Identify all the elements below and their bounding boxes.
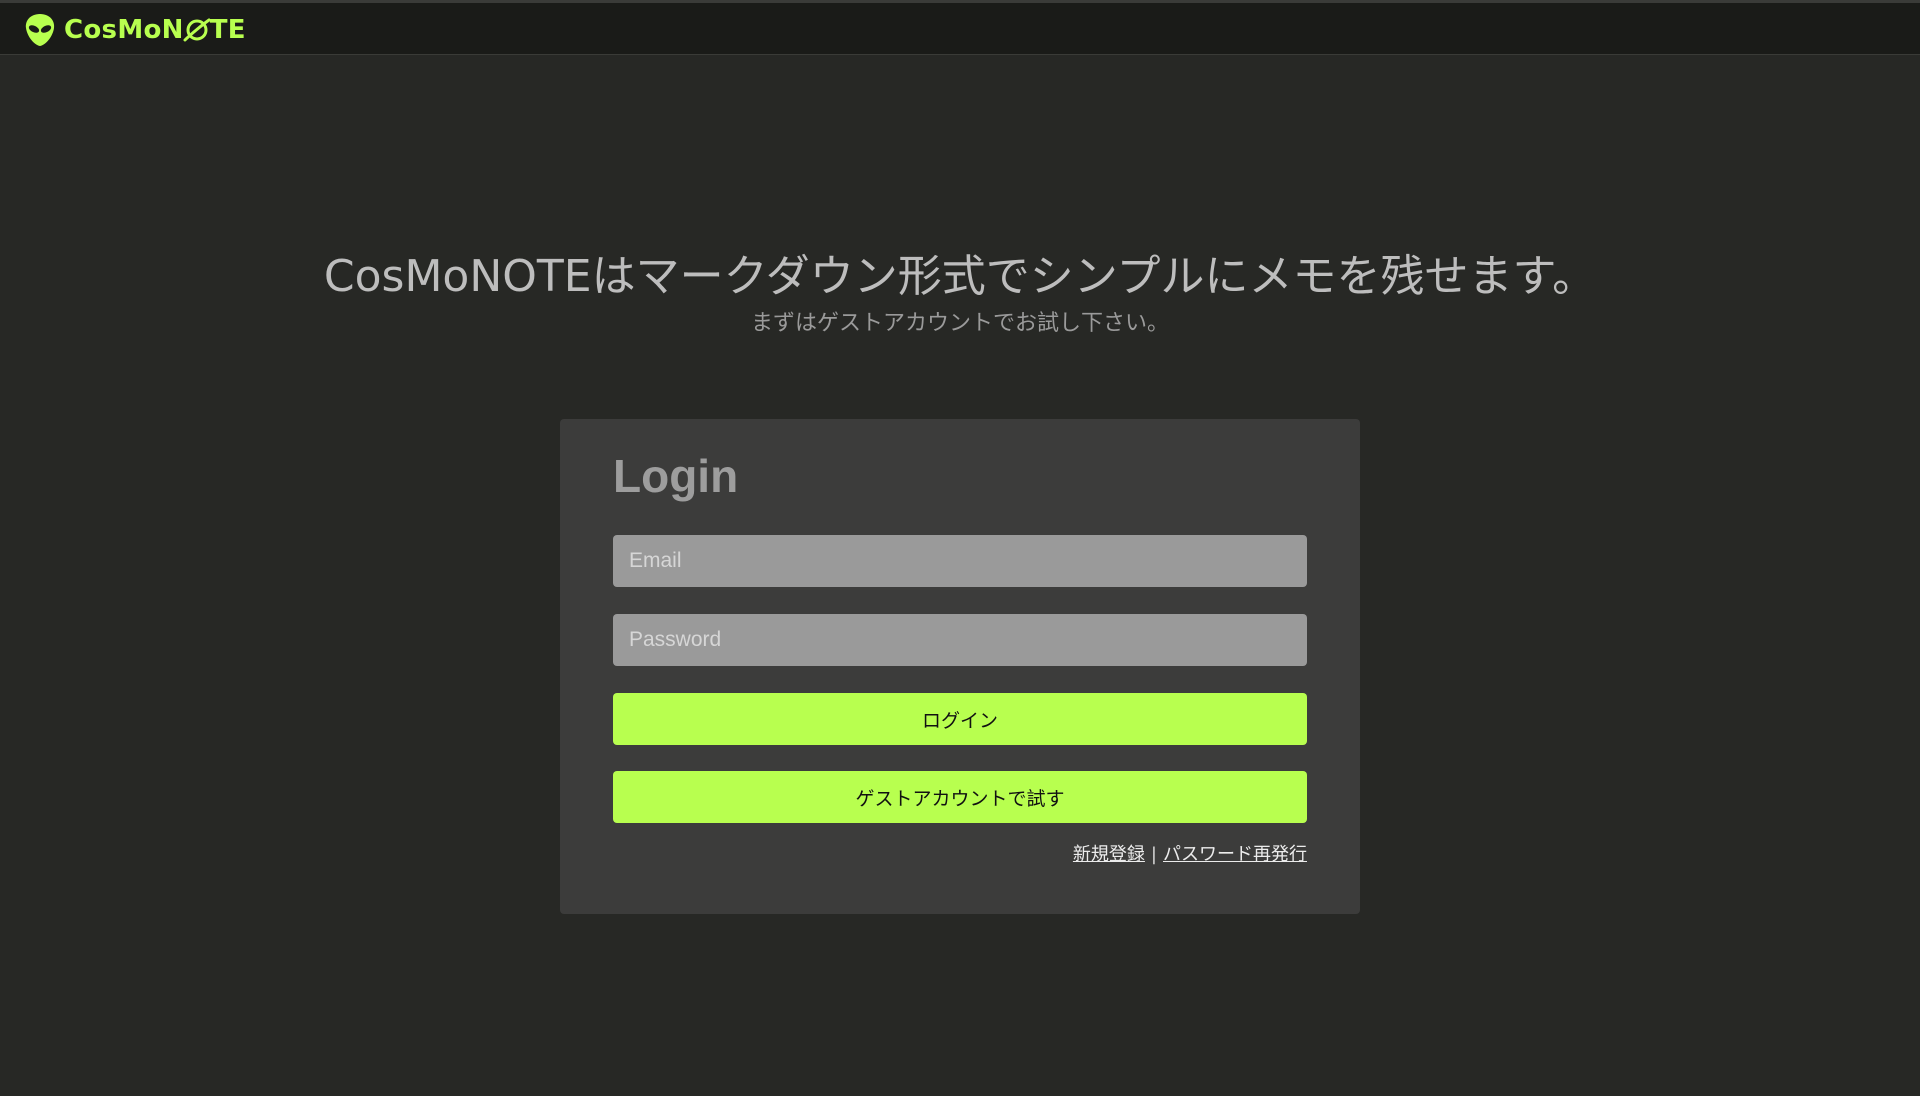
password-reset-link[interactable]: パスワード再発行 [1163, 844, 1307, 865]
top-bar: CosMoN TE [0, 0, 1920, 55]
email-input[interactable] [613, 535, 1307, 587]
logo-text-end: TE [209, 15, 246, 45]
hero-subtitle: まずはゲストアカウントでお試し下さい。 [750, 311, 1169, 336]
login-title: Login [613, 450, 739, 502]
link-separator: | [1150, 844, 1157, 865]
account-links: 新規登録 | パスワード再発行 [1073, 840, 1307, 866]
logo-text: CosMoN TE [64, 15, 246, 45]
alien-icon [25, 14, 55, 46]
login-card: Login ログイン ゲストアカウントで試す 新規登録| パスワード再発行 [560, 419, 1360, 914]
password-input[interactable] [613, 614, 1307, 666]
register-link[interactable]: 新規登録 [1073, 844, 1145, 865]
login-button[interactable]: ログイン [613, 693, 1307, 745]
logo-text-start: CosMoN [64, 15, 184, 45]
planet-icon [183, 18, 211, 42]
app-logo[interactable]: CosMoN TE [24, 13, 246, 47]
hero-title: CosMoNOTEはマークダウン形式でシンプルにメモを残せます。 [323, 251, 1597, 302]
guest-login-button[interactable]: ゲストアカウントで試す [613, 771, 1307, 823]
